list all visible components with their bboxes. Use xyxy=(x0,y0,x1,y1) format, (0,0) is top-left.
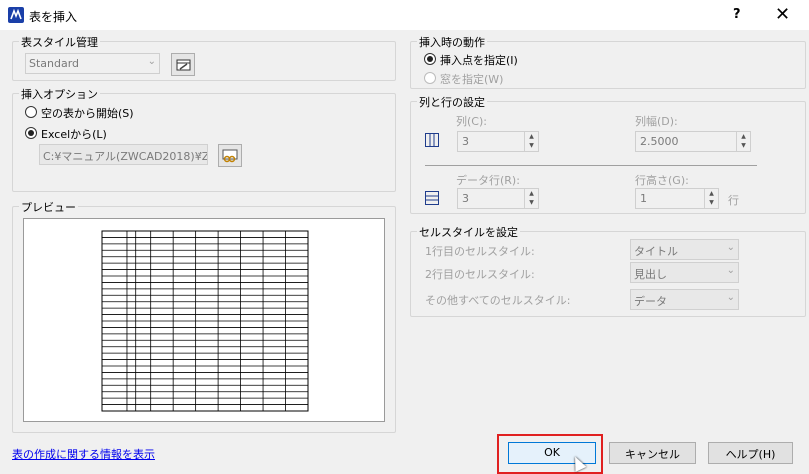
specify-window-radio[interactable] xyxy=(424,72,436,84)
first-row-style-label: 1行目のセルスタイル: xyxy=(425,245,535,258)
chevron-down-icon: ⌄ xyxy=(726,265,735,276)
excel-path-select[interactable]: C:¥マニュアル(ZWCAD2018)¥Z ⌄ xyxy=(39,144,208,165)
first-row-style-value: タイトル xyxy=(634,245,678,258)
data-rows-spinner[interactable]: 3 ▲ ▼ xyxy=(457,188,539,209)
first-row-style-select[interactable]: タイトル ⌄ xyxy=(630,239,739,260)
col-width-label: 列幅(D): xyxy=(635,115,678,128)
cell-styles-label: セルスタイルを設定 xyxy=(417,224,520,240)
empty-table-radio[interactable] xyxy=(25,106,37,118)
spin-up-icon[interactable]: ▲ xyxy=(525,132,538,141)
close-icon[interactable]: ✕ xyxy=(775,4,790,25)
row-unit-label: 行 xyxy=(728,194,739,207)
empty-table-label: 空の表から開始(S) xyxy=(41,107,134,120)
chevron-down-icon: ⌄ xyxy=(726,292,735,303)
table-preview-grid xyxy=(101,230,309,412)
second-row-style-select[interactable]: 見出し ⌄ xyxy=(630,262,739,283)
help-button[interactable]: ヘルプ(H) xyxy=(708,442,793,464)
title-bar xyxy=(0,0,809,30)
spin-down-icon[interactable]: ▼ xyxy=(525,198,538,207)
divider xyxy=(425,165,757,166)
excel-browse-button[interactable] xyxy=(218,144,242,167)
columns-icon xyxy=(425,133,439,150)
spin-up-icon[interactable]: ▲ xyxy=(737,132,750,141)
app-icon xyxy=(8,7,24,23)
preview-label: プレビュー xyxy=(19,199,78,215)
window-title: 表を挿入 xyxy=(29,10,78,24)
columns-value: 3 xyxy=(462,135,469,148)
insert-behavior-label: 挿入時の動作 xyxy=(417,34,487,50)
spin-down-icon[interactable]: ▼ xyxy=(525,141,538,150)
table-style-dialog-button[interactable] xyxy=(171,53,195,76)
preview-area xyxy=(23,218,385,422)
other-rows-style-select[interactable]: データ ⌄ xyxy=(630,289,739,310)
from-excel-radio[interactable] xyxy=(25,127,37,139)
row-height-spinner[interactable]: 1 ▲ ▼ xyxy=(635,188,719,209)
second-row-style-value: 見出し xyxy=(634,268,667,281)
table-style-value: Standard xyxy=(29,57,80,70)
second-row-style-label: 2行目のセルスタイル: xyxy=(425,268,535,281)
chevron-down-icon: ⌄ xyxy=(195,147,204,158)
spin-up-icon[interactable]: ▲ xyxy=(705,189,718,198)
data-rows-label: データ行(R): xyxy=(456,174,520,187)
table-style-label: 表スタイル管理 xyxy=(19,34,100,50)
row-height-value: 1 xyxy=(640,192,647,205)
columns-spinner[interactable]: 3 ▲ ▼ xyxy=(457,131,539,152)
columns-label: 列(C): xyxy=(456,115,487,128)
from-excel-label: Excelから(L) xyxy=(41,128,107,141)
insert-options-label: 挿入オプション xyxy=(19,86,100,102)
table-info-link[interactable]: 表の作成に関する情報を表示 xyxy=(12,446,155,462)
excel-path-value: C:¥マニュアル(ZWCAD2018)¥Z xyxy=(43,150,208,163)
rows-cols-label: 列と行の設定 xyxy=(417,94,487,110)
table-style-select[interactable]: Standard ⌄ xyxy=(25,53,160,74)
data-rows-value: 3 xyxy=(462,192,469,205)
col-width-spinner[interactable]: 2.5000 ▲ ▼ xyxy=(635,131,751,152)
browse-link-icon xyxy=(222,149,238,163)
cancel-button[interactable]: キャンセル xyxy=(609,442,696,464)
rows-icon xyxy=(425,191,439,208)
chevron-down-icon: ⌄ xyxy=(726,242,735,253)
specify-window-label: 窓を指定(W) xyxy=(440,73,504,86)
spin-down-icon[interactable]: ▼ xyxy=(705,198,718,207)
specify-point-radio[interactable] xyxy=(424,53,436,65)
edit-table-icon xyxy=(176,59,191,71)
help-question-icon[interactable]: ? xyxy=(733,7,741,22)
other-rows-style-label: その他すべてのセルスタイル: xyxy=(425,294,571,307)
specify-point-label: 挿入点を指定(I) xyxy=(440,54,518,67)
col-width-value: 2.5000 xyxy=(640,135,679,148)
other-rows-style-value: データ xyxy=(634,295,667,308)
chevron-down-icon: ⌄ xyxy=(147,56,156,67)
spin-down-icon[interactable]: ▼ xyxy=(737,141,750,150)
spin-up-icon[interactable]: ▲ xyxy=(525,189,538,198)
row-height-label: 行高さ(G): xyxy=(635,174,689,187)
